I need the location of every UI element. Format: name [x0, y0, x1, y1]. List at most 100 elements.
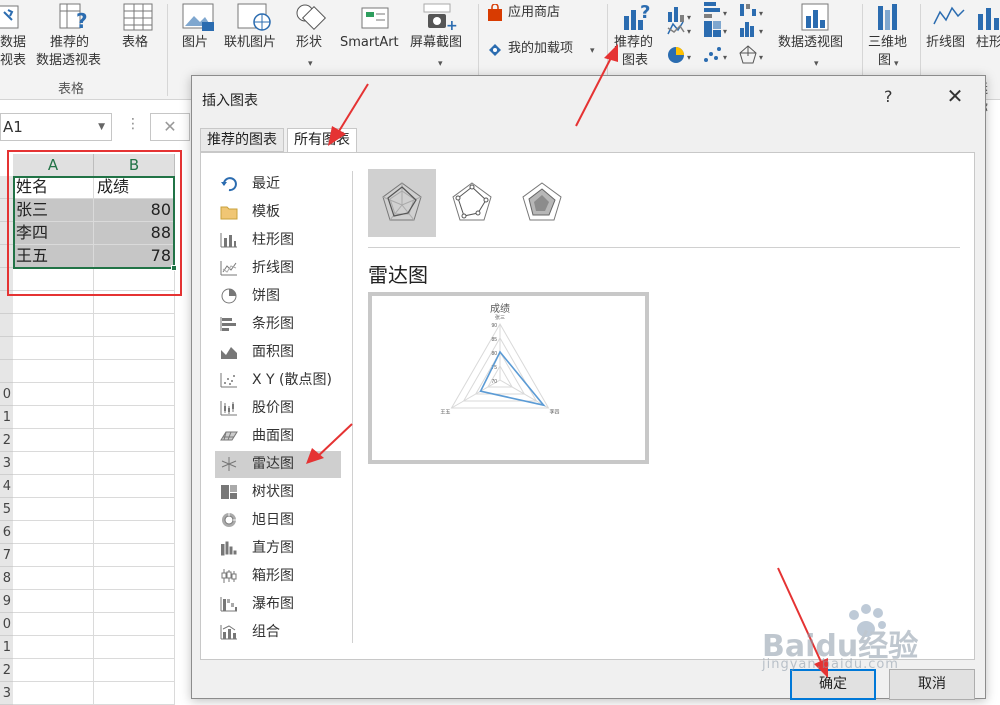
cell-b4[interactable]: 78: [94, 245, 175, 268]
cell-empty[interactable]: [94, 636, 175, 659]
cell-a4[interactable]: 王五: [13, 245, 94, 268]
cell-empty[interactable]: [13, 429, 94, 452]
cell-empty[interactable]: [13, 682, 94, 705]
online-picture-button[interactable]: 联机图片: [222, 0, 286, 75]
row-header[interactable]: 0: [0, 383, 13, 406]
chart-type-area[interactable]: 面积图: [215, 339, 341, 366]
cell-empty[interactable]: [94, 521, 175, 544]
row-header[interactable]: 5: [0, 498, 13, 521]
row-header[interactable]: [0, 222, 13, 245]
subtype-radar[interactable]: [368, 169, 436, 237]
picture-button[interactable]: 图片: [178, 0, 218, 75]
cell-empty[interactable]: [94, 590, 175, 613]
cell-empty[interactable]: [13, 567, 94, 590]
cell-empty[interactable]: [94, 383, 175, 406]
screenshot-button[interactable]: + 屏幕截图 ▾: [408, 0, 474, 75]
fill-handle[interactable]: [171, 265, 177, 271]
app-store-button[interactable]: 应用商店: [484, 2, 576, 24]
row-header[interactable]: 3: [0, 682, 13, 705]
smartart-button[interactable]: SmartArt: [338, 0, 408, 75]
cell-empty[interactable]: [94, 360, 175, 383]
name-box[interactable]: A1 ▼: [0, 113, 112, 141]
row-header[interactable]: [0, 245, 13, 268]
cell-a1[interactable]: 姓名: [13, 176, 94, 199]
chart-type-box[interactable]: 箱形图: [215, 563, 341, 590]
row-header[interactable]: 7: [0, 544, 13, 567]
line-chart-gallery-icon[interactable]: ▾: [666, 18, 696, 40]
worksheet[interactable]: A B 0 1 2 3 4 5 6 7 8 9 0 1 2 3 姓名 成绩 张三…: [0, 152, 191, 705]
row-header[interactable]: [0, 314, 13, 337]
chart-type-scatter[interactable]: X Y (散点图): [215, 367, 341, 394]
row-header[interactable]: 0: [0, 613, 13, 636]
cell-empty[interactable]: [13, 590, 94, 613]
cell-empty[interactable]: [13, 636, 94, 659]
cell-empty[interactable]: [94, 452, 175, 475]
row-header[interactable]: 2: [0, 429, 13, 452]
cell-b1[interactable]: 成绩: [94, 176, 175, 199]
subtype-filled-radar[interactable]: [508, 169, 576, 237]
chart-type-column[interactable]: 柱形图: [215, 227, 341, 254]
chart-type-bar[interactable]: 条形图: [215, 311, 341, 338]
chart-type-waterfall[interactable]: 瀑布图: [215, 591, 341, 618]
row-header[interactable]: 9: [0, 590, 13, 613]
shapes-button[interactable]: 形状 ▾: [290, 0, 334, 75]
cell-empty[interactable]: [13, 452, 94, 475]
recommended-charts-button[interactable]: ? 推荐的 图表: [612, 0, 662, 75]
cell-empty[interactable]: [94, 337, 175, 360]
pivot-chart-button[interactable]: 数据透视图 ▾: [776, 0, 858, 75]
chevron-down-icon[interactable]: ▼: [98, 114, 105, 140]
cell-empty[interactable]: [13, 268, 94, 291]
chart-preview[interactable]: 成绩 90 85 80 75 70 张三 李四 王五: [368, 292, 649, 464]
cell-empty[interactable]: [13, 314, 94, 337]
cell-empty[interactable]: [94, 268, 175, 291]
scatter-chart-gallery-icon[interactable]: ▾: [702, 44, 732, 66]
row-header[interactable]: [0, 268, 13, 291]
tab-recommended-charts[interactable]: 推荐的图表: [200, 128, 284, 152]
row-header[interactable]: [0, 199, 13, 222]
cell-empty[interactable]: [94, 544, 175, 567]
recommended-pivot-button[interactable]: ? 推荐的 数据透视表: [36, 0, 112, 75]
cell-empty[interactable]: [94, 613, 175, 636]
cell-b3[interactable]: 88: [94, 222, 175, 245]
chart-type-treemap[interactable]: 树状图: [215, 479, 341, 506]
row-header[interactable]: [0, 291, 13, 314]
chart-type-line[interactable]: 折线图: [215, 255, 341, 282]
column-header-a[interactable]: A: [13, 154, 94, 176]
row-header[interactable]: 1: [0, 636, 13, 659]
hierarchy-chart-gallery-icon[interactable]: ▾: [702, 18, 732, 40]
cell-empty[interactable]: [94, 475, 175, 498]
cell-a3[interactable]: 李四: [13, 222, 94, 245]
cell-a2[interactable]: 张三: [13, 199, 94, 222]
cell-empty[interactable]: [13, 521, 94, 544]
cell-empty[interactable]: [94, 429, 175, 452]
row-header[interactable]: 8: [0, 567, 13, 590]
cell-empty[interactable]: [94, 291, 175, 314]
close-button[interactable]: ✕: [940, 82, 970, 110]
row-header[interactable]: 3: [0, 452, 13, 475]
ok-button[interactable]: 确定: [790, 669, 876, 700]
pivot-table-button[interactable]: 数据 视表: [0, 0, 32, 75]
cell-empty[interactable]: [94, 406, 175, 429]
row-header[interactable]: 1: [0, 406, 13, 429]
pie-chart-gallery-icon[interactable]: ▾: [666, 44, 696, 66]
cell-empty[interactable]: [13, 613, 94, 636]
waterfall-chart-gallery-icon[interactable]: ▾: [738, 0, 768, 20]
subtype-radar-markers[interactable]: [438, 169, 506, 237]
cell-empty[interactable]: [13, 406, 94, 429]
cancel-entry-button[interactable]: ✕: [150, 113, 190, 141]
3d-map-button[interactable]: 三维地 图 ▾: [866, 0, 916, 75]
cell-empty[interactable]: [13, 291, 94, 314]
cell-empty[interactable]: [94, 314, 175, 337]
row-header[interactable]: 2: [0, 659, 13, 682]
radar-chart-gallery-icon[interactable]: ▾: [738, 44, 768, 66]
column-sparkline-button[interactable]: 柱形: [974, 0, 1000, 75]
chart-type-combo[interactable]: 组合: [215, 619, 341, 646]
row-header[interactable]: [0, 337, 13, 360]
my-addins-button[interactable]: 我的加载项 ▾: [484, 38, 602, 60]
bar-chart-gallery-icon[interactable]: ▾: [702, 0, 732, 20]
tab-all-charts[interactable]: 所有图表: [287, 128, 357, 153]
cell-empty[interactable]: [13, 475, 94, 498]
cell-empty[interactable]: [13, 659, 94, 682]
cell-empty[interactable]: [13, 360, 94, 383]
cell-empty[interactable]: [13, 383, 94, 406]
